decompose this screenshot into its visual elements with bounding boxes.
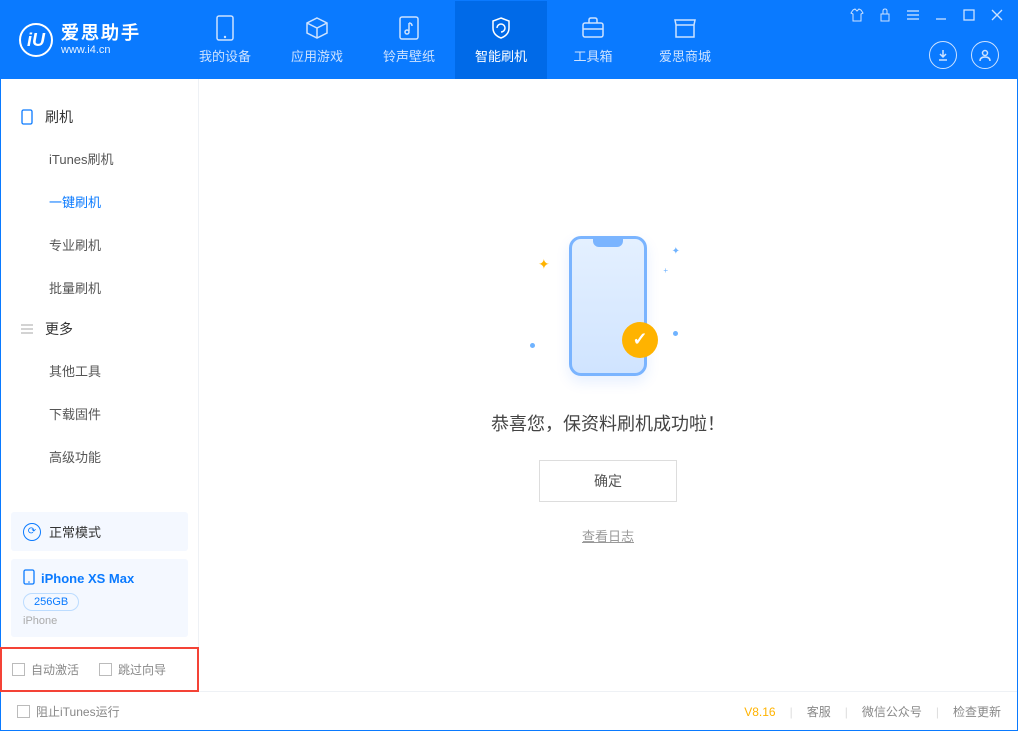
sparkle-icon: +: [663, 266, 668, 275]
tab-label: 爱思商城: [659, 46, 711, 65]
mode-icon: ⟳: [23, 523, 41, 541]
shield-refresh-icon: [489, 16, 513, 40]
checkbox-block-itunes[interactable]: 阻止iTunes运行: [17, 703, 120, 720]
tab-my-device[interactable]: 我的设备: [179, 1, 271, 79]
menu-icon[interactable]: [905, 7, 921, 23]
dot-icon: [673, 331, 678, 336]
logo-icon: iU: [19, 23, 53, 57]
check-badge-icon: ✓: [622, 322, 658, 358]
phone-icon: [213, 16, 237, 40]
sparkle-icon: ✦: [538, 256, 550, 273]
header: iU 爱思助手 www.i4.cn 我的设备 应用游戏 铃声壁纸 智能刷机 工具…: [1, 1, 1017, 79]
list-icon: [19, 323, 35, 335]
checkbox-box-icon: [12, 663, 25, 676]
footer: 阻止iTunes运行 V8.16 | 客服 | 微信公众号 | 检查更新: [1, 691, 1017, 731]
sidebar-item-download-firmware[interactable]: 下载固件: [1, 392, 198, 435]
footer-wechat-link[interactable]: 微信公众号: [862, 703, 922, 720]
separator: |: [936, 705, 939, 719]
success-message: 恭喜您，保资料刷机成功啦！: [491, 410, 725, 436]
version-label: V8.16: [744, 705, 775, 719]
shop-icon: [673, 16, 697, 40]
tab-smart-flash[interactable]: 智能刷机: [455, 1, 547, 79]
user-button[interactable]: [971, 41, 999, 69]
sidebar-item-advanced[interactable]: 高级功能: [1, 435, 198, 478]
sidebar-item-itunes-flash[interactable]: iTunes刷机: [1, 137, 198, 180]
group-label: 更多: [45, 319, 73, 339]
sidebar-group-flash: 刷机: [1, 97, 198, 137]
dot-icon: [530, 343, 535, 348]
success-illustration: ✦ ✦ + ✓: [508, 226, 708, 386]
sidebar-group-more: 更多: [1, 309, 198, 349]
download-button[interactable]: [929, 41, 957, 69]
tab-label: 应用游戏: [291, 46, 343, 65]
sidebar-item-oneclick-flash[interactable]: 一键刷机: [1, 180, 198, 223]
tab-label: 我的设备: [199, 46, 251, 65]
checkbox-label: 阻止iTunes运行: [36, 703, 120, 720]
checkbox-label: 跳过向导: [118, 661, 166, 678]
group-label: 刷机: [45, 107, 73, 127]
tab-label: 铃声壁纸: [383, 46, 435, 65]
mode-label: 正常模式: [49, 522, 101, 541]
checkbox-box-icon: [17, 705, 30, 718]
device-phone-icon: [23, 569, 35, 588]
tab-shop[interactable]: 爱思商城: [639, 1, 731, 79]
footer-update-link[interactable]: 检查更新: [953, 703, 1001, 720]
device-capacity: 256GB: [23, 593, 79, 611]
ok-button[interactable]: 确定: [539, 460, 677, 502]
toolbox-icon: [581, 16, 605, 40]
footer-support-link[interactable]: 客服: [807, 703, 831, 720]
checkbox-box-icon: [99, 663, 112, 676]
minimize-icon[interactable]: [933, 7, 949, 23]
sparkle-icon: ✦: [672, 246, 680, 257]
tab-label: 智能刷机: [475, 46, 527, 65]
device-name: iPhone XS Max: [41, 571, 134, 586]
nav-tabs: 我的设备 应用游戏 铃声壁纸 智能刷机 工具箱 爱思商城: [179, 1, 731, 79]
sidebar-item-pro-flash[interactable]: 专业刷机: [1, 223, 198, 266]
app-title: 爱思助手: [61, 24, 141, 44]
music-file-icon: [397, 16, 421, 40]
device-card[interactable]: iPhone XS Max 256GB iPhone: [11, 559, 188, 637]
checkbox-auto-activate[interactable]: 自动激活: [12, 661, 79, 678]
logo: iU 爱思助手 www.i4.cn: [1, 23, 159, 57]
header-right-buttons: [929, 41, 999, 69]
tab-label: 工具箱: [573, 46, 612, 65]
view-log-link[interactable]: 查看日志: [582, 526, 634, 545]
tab-ringtone-wallpaper[interactable]: 铃声壁纸: [363, 1, 455, 79]
device-type: iPhone: [23, 615, 176, 627]
phone-outline-icon: [19, 109, 35, 125]
titlebar-controls: [849, 7, 1005, 23]
sidebar-item-other-tools[interactable]: 其他工具: [1, 349, 198, 392]
close-icon[interactable]: [989, 7, 1005, 23]
cube-icon: [305, 16, 329, 40]
main-content: ✦ ✦ + ✓ 恭喜您，保资料刷机成功啦！ 确定 查看日志: [199, 79, 1017, 691]
sidebar-item-batch-flash[interactable]: 批量刷机: [1, 266, 198, 309]
body: 刷机 iTunes刷机 一键刷机 专业刷机 批量刷机 更多 其他工具 下载固件 …: [1, 79, 1017, 691]
mode-card[interactable]: ⟳ 正常模式: [11, 512, 188, 551]
highlighted-checkbox-row: 自动激活 跳过向导: [0, 647, 199, 692]
separator: |: [790, 705, 793, 719]
shirt-icon[interactable]: [849, 7, 865, 23]
checkbox-label: 自动激活: [31, 661, 79, 678]
app-subtitle: www.i4.cn: [61, 44, 141, 56]
lock-icon[interactable]: [877, 7, 893, 23]
maximize-icon[interactable]: [961, 7, 977, 23]
separator: |: [845, 705, 848, 719]
tab-apps-games[interactable]: 应用游戏: [271, 1, 363, 79]
tab-toolbox[interactable]: 工具箱: [547, 1, 639, 79]
checkbox-skip-guide[interactable]: 跳过向导: [99, 661, 166, 678]
sidebar: 刷机 iTunes刷机 一键刷机 专业刷机 批量刷机 更多 其他工具 下载固件 …: [1, 79, 199, 691]
